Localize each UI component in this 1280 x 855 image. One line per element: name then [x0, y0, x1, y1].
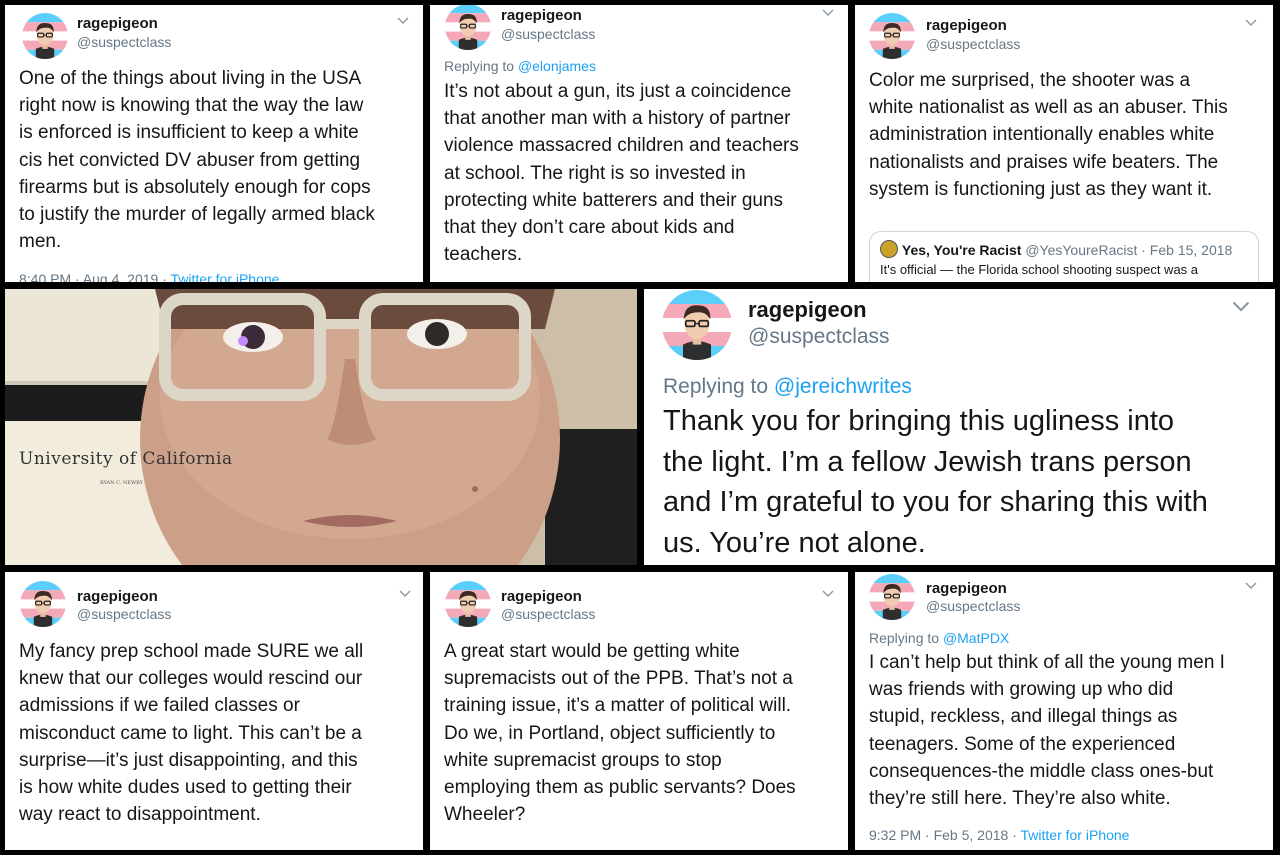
author-handle[interactable]: @suspectclass [77, 606, 171, 622]
reply-prefix: Replying to [869, 630, 943, 646]
tweet-panel-2: ragepigeon @suspectclass Replying to @el… [430, 5, 848, 282]
tweet-source-link[interactable]: Twitter for iPhone [1021, 827, 1130, 843]
chevron-down-icon[interactable] [1245, 19, 1257, 27]
quoted-author-handle: @YesYoureRacist [1025, 242, 1138, 258]
quoted-avatar [880, 240, 898, 258]
chevron-down-icon[interactable] [1232, 301, 1250, 313]
tweet-text: Color me surprised, the shooter was a wh… [869, 70, 1228, 200]
tweet-source-link[interactable]: Twitter for iPhone [171, 271, 280, 282]
author-handle[interactable]: @suspectclass [926, 598, 1020, 614]
reply-context: Replying to @elonjames [444, 58, 596, 74]
author-name[interactable]: ragepigeon [501, 588, 582, 605]
avatar[interactable] [662, 290, 732, 360]
author-name[interactable]: ragepigeon [501, 7, 582, 24]
avatar[interactable] [869, 574, 915, 620]
tweet-text: I can’t help but think of all the young … [869, 652, 1225, 810]
tweet-meta: 8:40 PM · Aug 4, 2019 · Twitter for iPho… [19, 271, 279, 282]
author-handle[interactable]: @suspectclass [926, 36, 1020, 52]
avatar[interactable] [445, 5, 491, 50]
tweet-text: A great start would be getting white sup… [444, 641, 796, 826]
selfie-photo: University of California RYAN C. NEWBY [5, 289, 637, 565]
avatar[interactable] [869, 13, 915, 59]
quoted-tweet[interactable]: Yes, You're Racist @YesYoureRacist · Feb… [869, 231, 1259, 282]
quoted-date: · Feb 15, 2018 [1137, 242, 1233, 258]
reply-prefix: Replying to [444, 58, 518, 74]
author-name[interactable]: ragepigeon [77, 588, 158, 605]
quoted-author-name: Yes, You're Racist [901, 242, 1022, 258]
tweet-timestamp[interactable]: 9:32 PM · Feb 5, 2018 · [869, 827, 1021, 843]
author-name[interactable]: ragepigeon [77, 15, 158, 32]
tweet-text: It’s not about a gun, its just a coincid… [444, 81, 799, 266]
tweet-meta: 9:32 PM · Feb 5, 2018 · Twitter for iPho… [869, 827, 1129, 843]
reply-mention-link[interactable]: @elonjames [518, 58, 596, 74]
reply-context: Replying to @MatPDX [869, 630, 1009, 646]
chevron-down-icon[interactable] [822, 590, 834, 598]
chevron-down-icon[interactable] [822, 9, 834, 17]
diploma-title: University of California [19, 449, 233, 469]
chevron-down-icon[interactable] [397, 17, 409, 25]
author-handle[interactable]: @suspectclass [748, 325, 890, 349]
tweet-panel-3: ragepigeon @suspectclass Color me surpri… [855, 5, 1273, 282]
reply-mention-link[interactable]: @MatPDX [943, 630, 1009, 646]
tweet-panel-6: ragepigeon @suspectclass A great start w… [430, 572, 848, 850]
chevron-down-icon[interactable] [399, 590, 411, 598]
tweet-panel-4: ragepigeon @suspectclass Replying to @je… [644, 289, 1275, 565]
tweet-panel-1: ragepigeon @suspectclass One of the thin… [5, 5, 423, 282]
tweet-text: Thank you for bringing this ugliness int… [663, 405, 1208, 559]
author-name[interactable]: ragepigeon [748, 297, 867, 323]
author-name[interactable]: ragepigeon [926, 17, 1007, 34]
tweet-timestamp[interactable]: 8:40 PM · Aug 4, 2019 · [19, 271, 171, 282]
avatar[interactable] [20, 581, 66, 627]
chevron-down-icon[interactable] [1245, 582, 1257, 590]
author-handle[interactable]: @suspectclass [501, 606, 595, 622]
tweet-text: One of the things about living in the US… [19, 68, 375, 253]
author-handle[interactable]: @suspectclass [501, 26, 595, 42]
author-name[interactable]: ragepigeon [926, 580, 1007, 597]
quoted-text: It's official — the Florida school shoot… [880, 262, 1199, 277]
reply-mention-link[interactable]: @jereichwrites [774, 375, 912, 398]
avatar[interactable] [22, 13, 68, 59]
tweet-panel-7: ragepigeon @suspectclass Replying to @Ma… [855, 572, 1273, 850]
tweet-panel-5: ragepigeon @suspectclass My fancy prep s… [5, 572, 423, 850]
diploma-recipient: RYAN C. NEWBY [100, 480, 143, 486]
tweet-text: My fancy prep school made SURE we all kn… [19, 641, 364, 826]
reply-prefix: Replying to [663, 375, 774, 398]
author-handle[interactable]: @suspectclass [77, 34, 171, 50]
avatar[interactable] [445, 581, 491, 627]
selfie-image [5, 289, 637, 565]
reply-context: Replying to @jereichwrites [663, 375, 912, 399]
